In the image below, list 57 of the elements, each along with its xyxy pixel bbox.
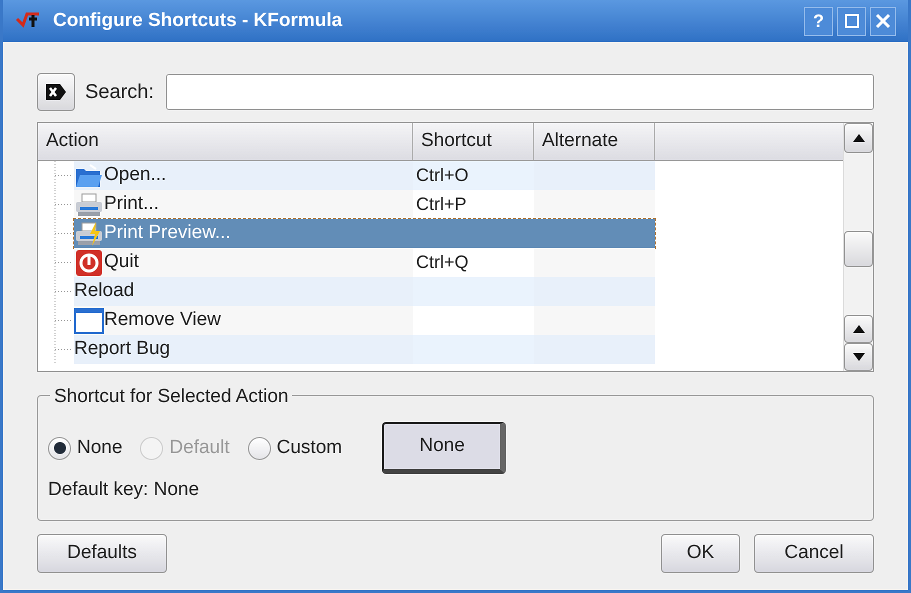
tree-line: [54, 306, 72, 335]
scroll-thumb[interactable]: [844, 231, 873, 267]
action-name: Open...: [104, 163, 166, 188]
close-icon: [875, 13, 891, 29]
tree-line: [54, 335, 72, 364]
ok-button[interactable]: OK: [661, 534, 740, 573]
action-row[interactable]: Print... Ctrl+P: [74, 190, 655, 219]
action-row[interactable]: Remove View: [74, 306, 655, 335]
column-header[interactable]: Alternate: [534, 123, 655, 160]
action-row[interactable]: Report Bug: [74, 335, 655, 364]
folder-icon: [74, 162, 104, 188]
maximize-icon: [844, 13, 860, 29]
shortcut-text: Ctrl+O: [416, 164, 469, 187]
tree-line: [54, 248, 72, 277]
close-button[interactable]: [870, 6, 896, 36]
search-label: Search:: [85, 80, 154, 105]
search-field[interactable]: [166, 74, 874, 110]
shortcut-text: Ctrl+Q: [416, 251, 469, 274]
action-name: Quit: [104, 250, 139, 274]
action-name: Reload: [74, 279, 134, 304]
action-name: Remove View: [104, 308, 221, 332]
down-arrow-icon: [852, 353, 864, 361]
window-icon: [74, 308, 104, 334]
window-title: Configure Shortcuts - KFormula: [53, 8, 344, 33]
print-preview-icon: [74, 220, 104, 246]
clear-search-button[interactable]: [37, 73, 75, 111]
up-arrow-icon: [852, 325, 864, 333]
maximize-button[interactable]: [837, 6, 866, 36]
key-capture-button[interactable]: None: [382, 422, 506, 474]
scroll-up-button[interactable]: [844, 123, 873, 153]
tree-line: [54, 190, 72, 219]
column-header[interactable]: Shortcut: [413, 123, 534, 160]
power-icon: [74, 250, 104, 276]
action-row[interactable]: Open... Ctrl+O: [74, 161, 655, 190]
column-header[interactable]: Action: [38, 123, 413, 160]
tree-line: [54, 219, 72, 248]
scrollbar[interactable]: [843, 123, 873, 371]
shortcut-text: Ctrl+P: [416, 193, 467, 216]
action-row[interactable]: Reload: [74, 277, 655, 306]
clear-icon: [44, 82, 68, 102]
default-key-text: Default key: None: [48, 478, 200, 502]
scroll-up-button[interactable]: [844, 315, 873, 343]
up-arrow-icon: [852, 134, 864, 142]
radio-button[interactable]: [48, 436, 71, 460]
scroll-down-button[interactable]: [844, 343, 873, 371]
tree-line: [54, 277, 72, 306]
action-name: Print...: [104, 192, 159, 216]
defaults-button[interactable]: Defaults: [37, 534, 167, 573]
action-row[interactable]: Quit Ctrl+Q: [74, 248, 655, 277]
radio-option[interactable]: Custom: [248, 434, 342, 462]
radio-button[interactable]: [248, 436, 271, 460]
radio-option[interactable]: None: [48, 434, 122, 462]
help-button[interactable]: ?: [804, 6, 833, 36]
action-name: Report Bug: [74, 337, 170, 362]
action-name: Print Preview...: [104, 221, 231, 246]
cancel-button[interactable]: Cancel: [754, 534, 874, 573]
printer-icon: [74, 192, 104, 218]
